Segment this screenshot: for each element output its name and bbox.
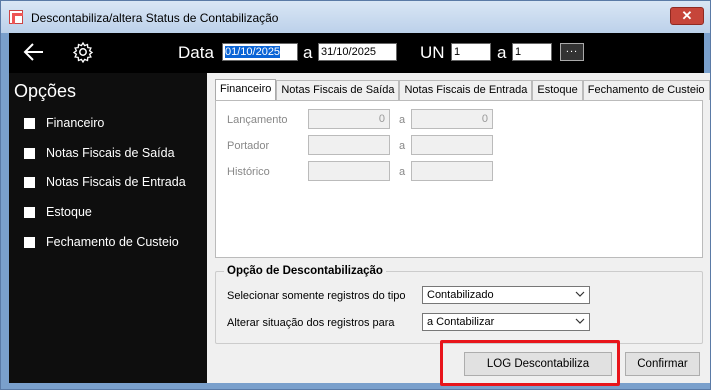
lancamento-label: Lançamento xyxy=(227,114,288,126)
option-fechamento-custeio-checkbox[interactable] xyxy=(24,236,35,248)
option-notas-saida-checkbox[interactable] xyxy=(24,147,35,159)
option-label: Financeiro xyxy=(46,116,105,130)
historico-from-input[interactable] xyxy=(308,161,390,181)
title-bar: Descontabiliza/altera Status de Contabil… xyxy=(1,1,710,33)
confirmar-button[interactable]: Confirmar xyxy=(625,352,700,376)
top-toolbar: Data 01/10/2025 a 31/10/2025 UN 1 a 1 ..… xyxy=(9,33,704,73)
historico-range-separator: a xyxy=(399,166,406,178)
more-button[interactable]: ... xyxy=(560,43,584,61)
portador-range-separator: a xyxy=(399,140,406,152)
tab-notas-entrada[interactable]: Notas Fiscais de Entrada xyxy=(399,80,533,100)
group-title: Opção de Descontabilização xyxy=(224,265,386,277)
descontabilizacao-group: Opção de Descontabilização Selecionar so… xyxy=(215,265,703,344)
portador-label: Portador xyxy=(227,140,270,152)
un-range-separator: a xyxy=(497,43,507,62)
option-label: Notas Fiscais de Saída xyxy=(46,146,175,160)
un-label: UN xyxy=(420,43,445,62)
option-label: Notas Fiscais de Entrada xyxy=(46,175,186,189)
close-button[interactable]: ✕ xyxy=(670,7,704,25)
chevron-down-icon xyxy=(575,291,585,297)
situacao-select-value: a Contabilizar xyxy=(427,316,495,328)
highlight-box xyxy=(440,340,620,386)
option-estoque-checkbox[interactable] xyxy=(24,206,35,218)
tipo-label: Selecionar somente registros do tipo xyxy=(227,290,406,302)
tab-fechamento-custeio[interactable]: Fechamento de Custeio xyxy=(582,80,710,100)
option-notas-entrada[interactable]: Notas Fiscais de Entrada xyxy=(24,174,186,190)
option-label: Fechamento de Custeio xyxy=(46,235,179,249)
option-notas-entrada-checkbox[interactable] xyxy=(24,176,35,188)
lancamento-range-separator: a xyxy=(399,114,406,126)
option-fechamento-custeio[interactable]: Fechamento de Custeio xyxy=(24,234,179,250)
option-notas-saida[interactable]: Notas Fiscais de Saída xyxy=(24,145,175,161)
window-title: Descontabiliza/altera Status de Contabil… xyxy=(31,11,279,25)
chevron-down-icon xyxy=(575,318,585,324)
date-from-input[interactable]: 01/10/2025 xyxy=(222,43,298,61)
app-icon xyxy=(9,10,23,24)
date-range-separator: a xyxy=(303,43,313,62)
lancamento-from-input[interactable]: 0 xyxy=(308,109,390,129)
un-to-input[interactable]: 1 xyxy=(512,43,552,61)
lancamento-to-input[interactable]: 0 xyxy=(411,109,493,129)
tab-strip: Financeiro Notas Fiscais de Saída Notas … xyxy=(215,79,710,101)
option-financeiro-checkbox[interactable] xyxy=(24,117,35,129)
portador-to-input[interactable] xyxy=(411,135,493,155)
financeiro-tab-panel: Lançamento 0 a 0 Portador a Histórico a xyxy=(215,100,703,258)
options-sidebar: Opções Financeiro Notas Fiscais de Saída… xyxy=(9,73,207,383)
tipo-select-value: Contabilizado xyxy=(427,289,494,301)
portador-from-input[interactable] xyxy=(308,135,390,155)
option-estoque[interactable]: Estoque xyxy=(24,204,92,220)
sidebar-title: Opções xyxy=(14,81,77,101)
main-panel: Financeiro Notas Fiscais de Saída Notas … xyxy=(207,73,710,383)
situacao-select[interactable]: a Contabilizar xyxy=(422,313,590,331)
tab-financeiro[interactable]: Financeiro xyxy=(215,79,277,101)
window: Descontabiliza/altera Status de Contabil… xyxy=(0,0,711,390)
option-financeiro[interactable]: Financeiro xyxy=(24,115,104,131)
arrow-left-icon[interactable] xyxy=(23,42,45,62)
option-label: Estoque xyxy=(46,205,92,219)
tipo-select[interactable]: Contabilizado xyxy=(422,286,590,304)
date-label: Data xyxy=(178,43,214,62)
historico-to-input[interactable] xyxy=(411,161,493,181)
tab-estoque[interactable]: Estoque xyxy=(532,80,583,100)
gear-icon[interactable] xyxy=(72,41,94,63)
un-from-input[interactable]: 1 xyxy=(451,43,491,61)
date-to-input[interactable]: 31/10/2025 xyxy=(318,43,397,61)
historico-label: Histórico xyxy=(227,166,270,178)
tab-notas-saida[interactable]: Notas Fiscais de Saída xyxy=(276,80,400,100)
situacao-label: Alterar situação dos registros para xyxy=(227,317,395,329)
